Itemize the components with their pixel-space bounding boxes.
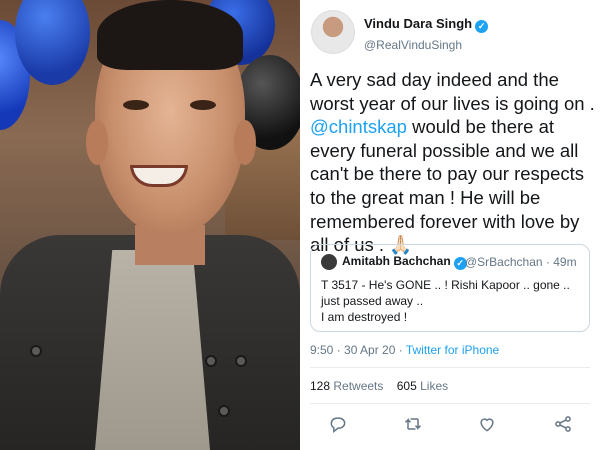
timestamp[interactable]: 9:50 · 30 Apr 20 · xyxy=(310,343,406,357)
jacket-snap xyxy=(235,355,247,367)
quoted-avatar[interactable] xyxy=(321,254,337,270)
avatar[interactable] xyxy=(311,10,355,54)
ear xyxy=(86,120,108,165)
jacket-snap xyxy=(205,355,217,367)
eye xyxy=(190,100,216,110)
verified-badge-icon: ✓ xyxy=(475,20,489,33)
tweet-stats: 128 Retweets 605 Likes xyxy=(310,379,448,393)
tweet-text: A very sad day indeed and the worst year… xyxy=(310,68,595,257)
heart-icon[interactable] xyxy=(477,414,499,436)
tweet-meta: 9:50 · 30 Apr 20 · Twitter for iPhone xyxy=(310,343,499,357)
mention-link[interactable]: @chintskap xyxy=(310,116,407,137)
tweet-text-intro: A very sad day indeed and the worst year… xyxy=(310,69,595,114)
quoted-tweet[interactable]: Amitabh Bachchan ✓ @SrBachchan · 49m T 35… xyxy=(310,244,590,332)
likes-count: 605 xyxy=(396,379,417,393)
likes-stat[interactable]: 605 Likes xyxy=(397,379,448,393)
retweet-icon[interactable] xyxy=(402,414,424,436)
divider xyxy=(310,403,590,404)
jacket-snap xyxy=(218,405,230,417)
retweets-count: 128 xyxy=(310,379,331,393)
quoted-display-name-text[interactable]: Amitabh Bachchan xyxy=(342,254,451,268)
eye xyxy=(123,100,149,110)
quoted-text-line: T 3517 - He's GONE .. ! Rishi Kapoor .. … xyxy=(321,278,570,308)
shirt xyxy=(95,250,210,450)
photo xyxy=(0,0,300,450)
hair xyxy=(97,0,243,70)
jacket-snap xyxy=(30,345,42,357)
display-name[interactable]: Vindu Dara Singh ✓ xyxy=(364,16,489,33)
retweets-stat[interactable]: 128 Retweets xyxy=(310,379,383,393)
user-handle[interactable]: @RealVinduSingh xyxy=(364,38,462,52)
quoted-display-name[interactable]: Amitabh Bachchan ✓ xyxy=(342,254,467,270)
quoted-handle-time[interactable]: @SrBachchan · 49m xyxy=(465,255,577,269)
source-link[interactable]: Twitter for iPhone xyxy=(406,343,499,357)
quoted-text: T 3517 - He's GONE .. ! Rishi Kapoor .. … xyxy=(321,277,581,325)
tweet-actions xyxy=(310,414,590,436)
retweets-label: Retweets xyxy=(330,379,384,393)
quoted-text-line: I am destroyed ! xyxy=(321,310,408,324)
ear xyxy=(234,120,256,165)
reply-icon[interactable] xyxy=(328,414,350,436)
display-name-text[interactable]: Vindu Dara Singh xyxy=(364,16,472,31)
divider xyxy=(310,367,590,368)
share-icon[interactable] xyxy=(553,414,575,436)
likes-label: Likes xyxy=(416,379,449,393)
tweet-card: Vindu Dara Singh ✓ @RealVinduSingh A very… xyxy=(300,0,600,450)
